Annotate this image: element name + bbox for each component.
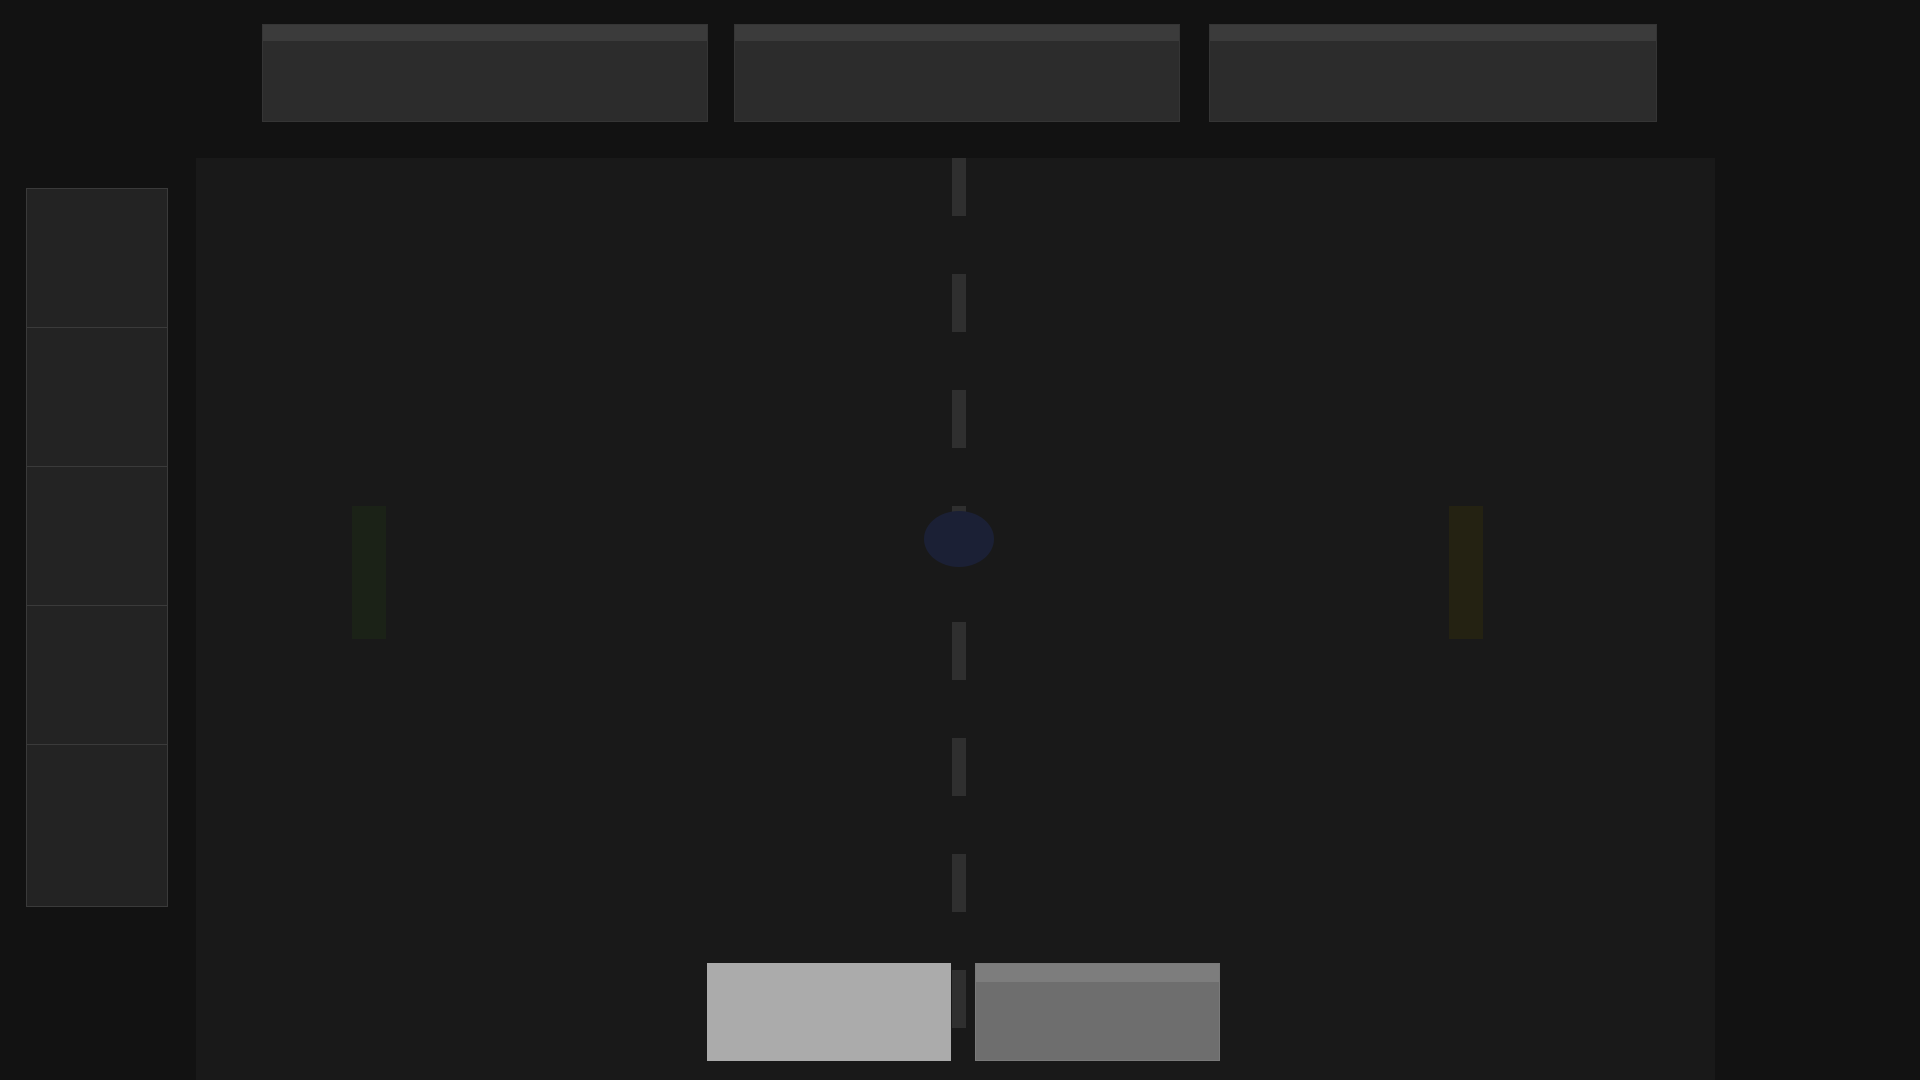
nav-button-skins[interactable] — [734, 24, 1180, 122]
center-dashed-divider — [952, 158, 966, 1080]
nav-button-back[interactable] — [1209, 24, 1657, 122]
game-ball — [924, 511, 994, 567]
right-bumper-bar — [1449, 506, 1483, 639]
nav-button-colours[interactable] — [262, 24, 708, 122]
left-bumper-bar — [352, 506, 386, 639]
select-hex-code-button[interactable] — [975, 963, 1220, 1061]
game-screen — [0, 0, 1920, 1080]
colour-pack-button-5[interactable] — [26, 744, 168, 907]
hex-picker-input[interactable] — [707, 963, 951, 1061]
